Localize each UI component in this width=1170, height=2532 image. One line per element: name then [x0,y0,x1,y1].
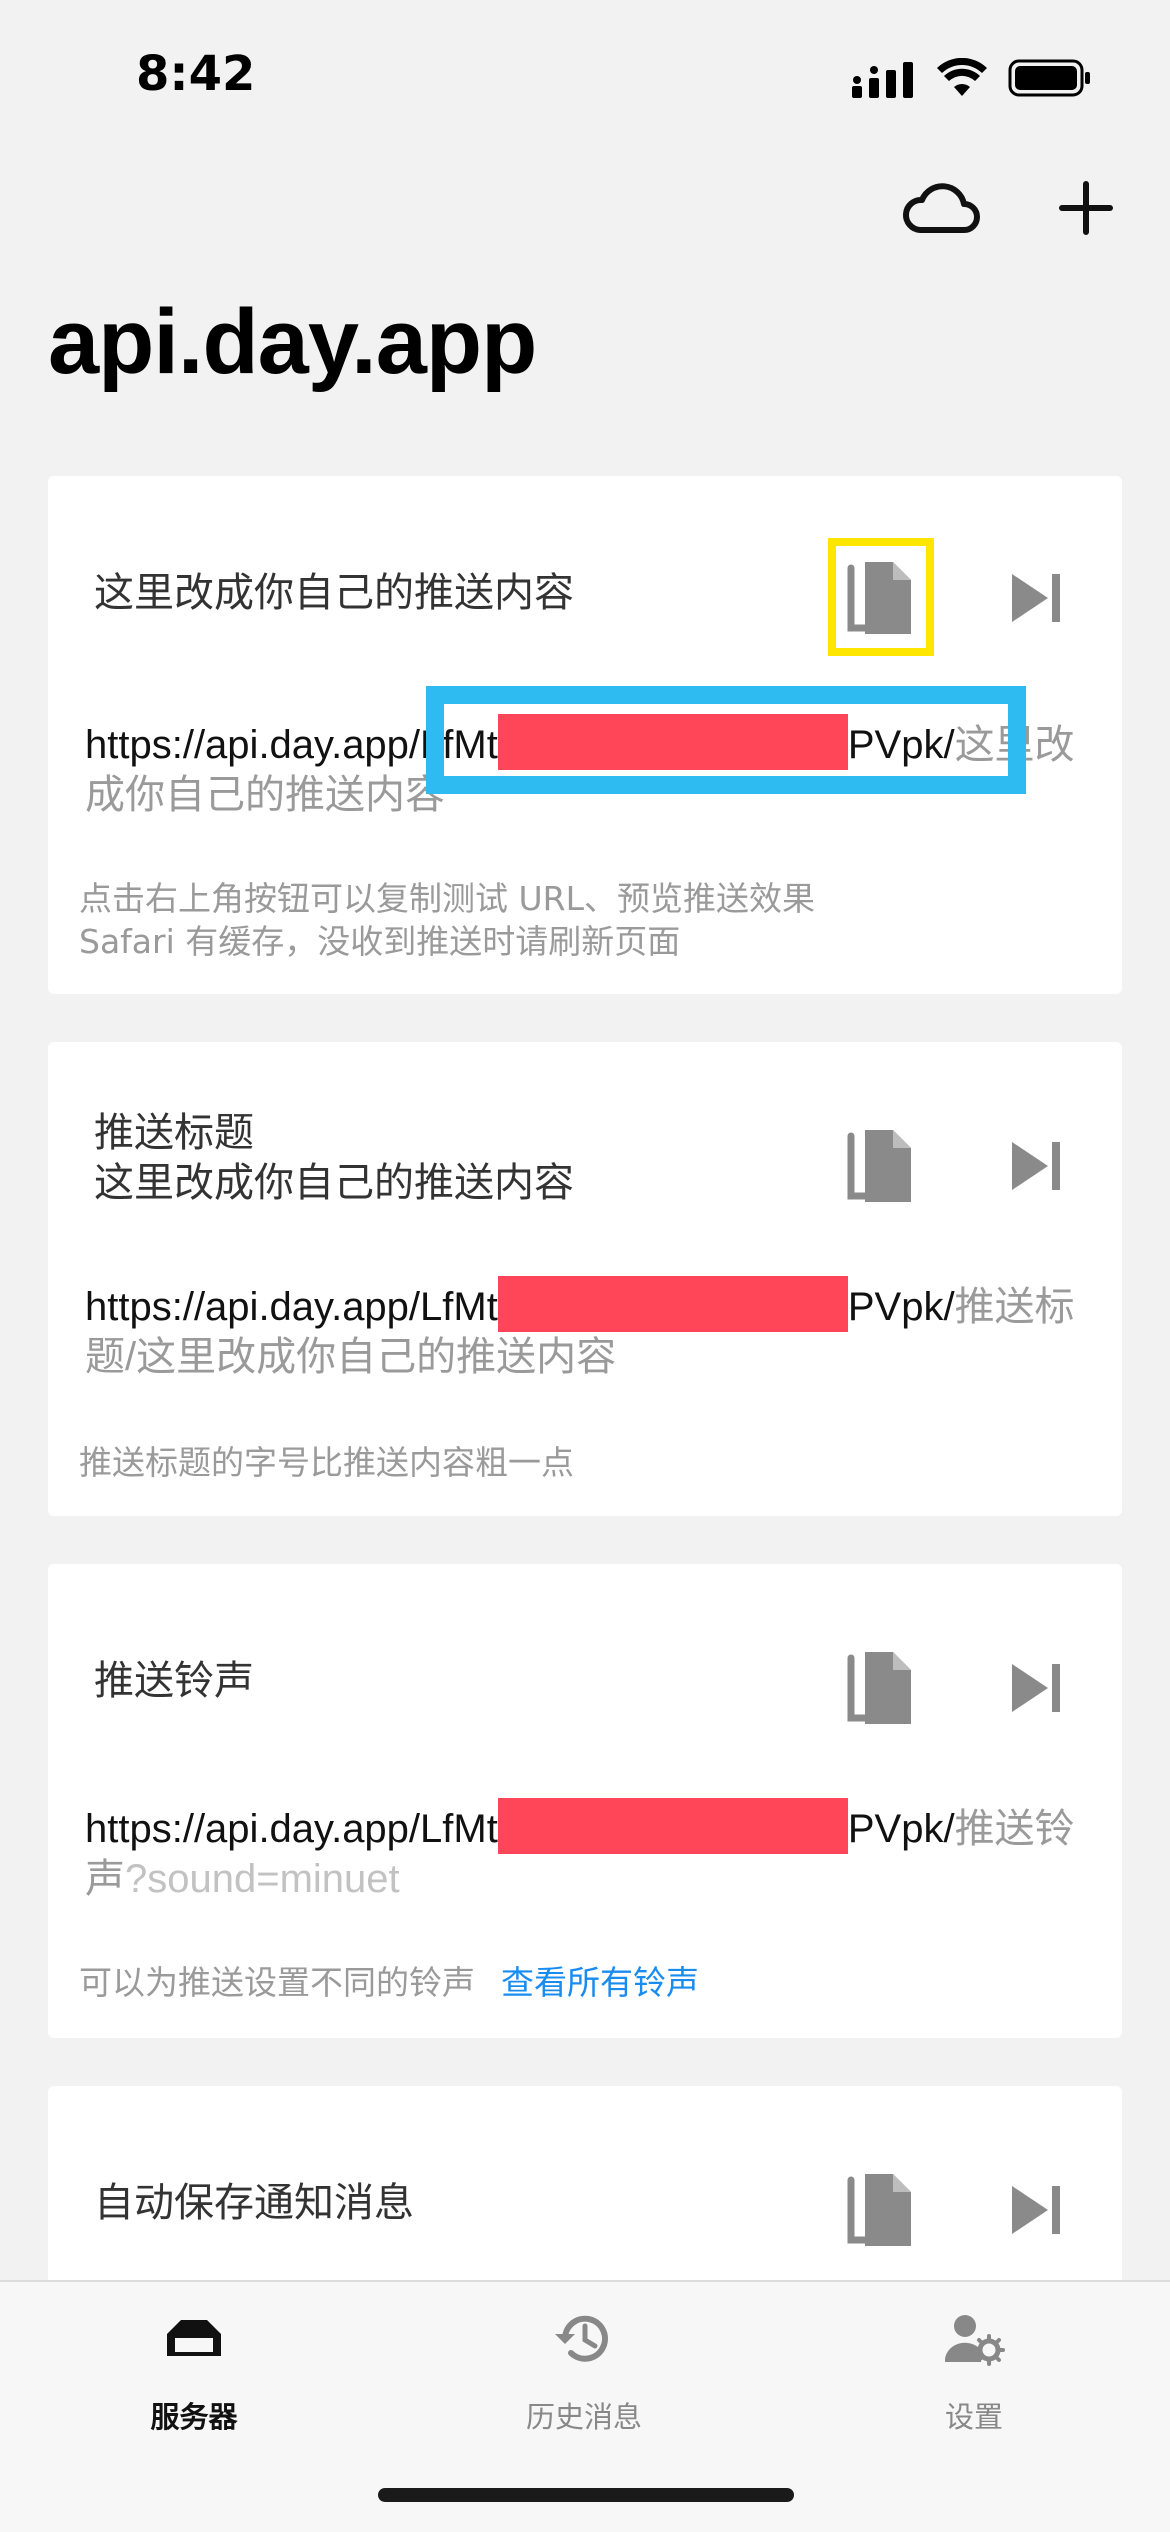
preview-push-button[interactable] [1008,1660,1064,1716]
highlight-copy-box [828,538,934,656]
cellular-signal-icon [852,62,913,98]
card-heading: 自动保存通知消息 [94,2180,414,2226]
view-all-sounds-link[interactable]: 查看所有铃声 [501,1963,699,2002]
test-url[interactable]: https://api.day.app/LfMt PVpk/推送标题/这里改成你自… [85,1276,1095,1382]
card-heading: 这里改成你自己的推送内容 [94,570,574,616]
copy-icon[interactable] [845,2172,915,2248]
card-heading: 推送铃声 [94,1658,254,1704]
example-card-sound: 推送铃声 https://api.day.app/LfMt PVpk/推送铃声?s… [48,1564,1122,2038]
redacted-key [497,1276,848,1332]
card-heading: 推送标题 这里改成你自己的推送内容 [94,1110,574,1206]
status-time: 8:42 [136,46,256,102]
server-icon [167,2320,221,2356]
preview-push-button[interactable] [1008,570,1064,626]
cloud-icon[interactable] [902,178,980,236]
copy-icon[interactable] [845,1650,915,1726]
history-icon [555,2315,608,2362]
preview-push-button[interactable] [1008,2182,1064,2238]
copy-icon[interactable] [845,1128,915,1204]
status-bar: 8:42 [0,0,1170,150]
wifi-icon [937,58,987,96]
card-hint: 点击右上角按钮可以复制测试 URL、预览推送效果 Safari 有缓存，没收到推… [79,879,815,961]
home-indicator [378,2488,794,2502]
tab-history[interactable]: 历史消息 [484,2306,684,2436]
page-title: api.day.app [48,291,537,393]
redacted-key [497,1798,848,1854]
card-hint: 推送标题的字号比推送内容粗一点 [79,1443,574,1482]
settings-icon [944,2315,1005,2366]
tab-server[interactable]: 服务器 [94,2306,294,2436]
highlight-key-box [426,686,1026,794]
preview-push-button[interactable] [1008,1138,1064,1194]
card-hint: 可以为推送设置不同的铃声 查看所有铃声 [79,1963,699,2002]
test-url[interactable]: https://api.day.app/LfMt PVpk/推送铃声?sound=… [85,1798,1095,1904]
example-card-title: 推送标题 这里改成你自己的推送内容 https://api.day.app/Lf… [48,1042,1122,1516]
tab-settings[interactable]: 设置 [874,2306,1074,2436]
battery-icon [1008,59,1090,97]
add-server-button[interactable] [1058,180,1114,236]
